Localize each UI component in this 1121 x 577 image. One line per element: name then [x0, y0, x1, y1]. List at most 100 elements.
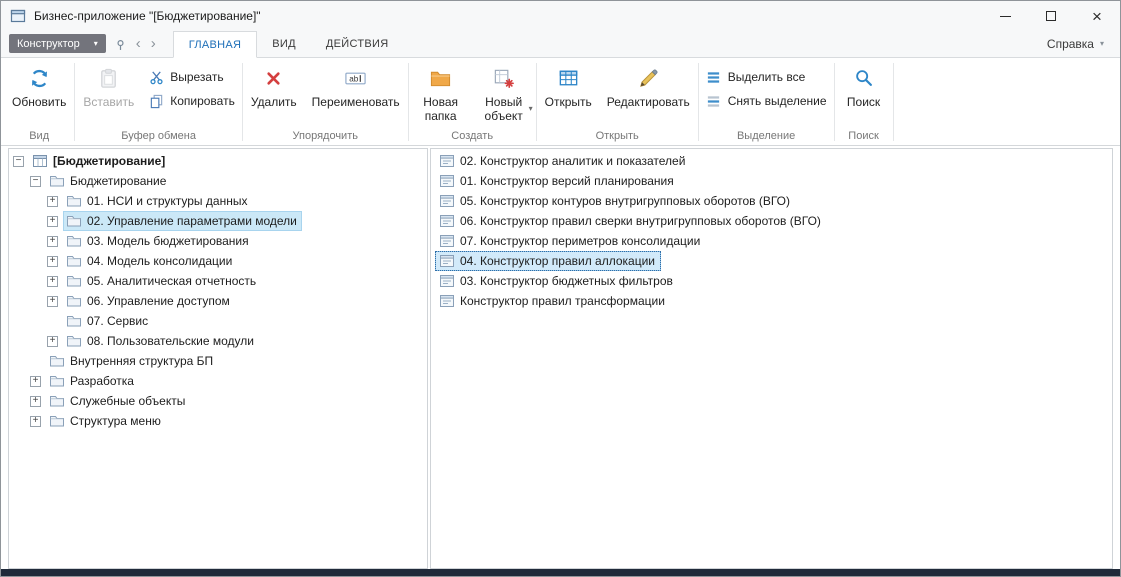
expand-icon[interactable]: +	[47, 296, 58, 307]
form-icon	[439, 253, 455, 269]
rename-button[interactable]: ab Переименовать	[306, 60, 406, 111]
tree-item-body: 04. Модель консолидации	[63, 251, 237, 271]
deselect-button[interactable]: Снять выделение	[701, 91, 832, 111]
expand-icon[interactable]: +	[30, 376, 41, 387]
paste-button[interactable]: Вставить	[77, 60, 140, 111]
ribbon: Обновить Вид Вставить	[1, 58, 1120, 146]
search-icon	[853, 64, 875, 92]
open-label: Открыть	[545, 95, 592, 109]
pin-button[interactable]	[114, 39, 127, 57]
window-controls: ×	[982, 1, 1120, 31]
app-icon	[10, 8, 26, 24]
tree-item-label: Структура меню	[70, 414, 161, 428]
refresh-label: Обновить	[12, 95, 66, 109]
list-item[interactable]: 06. Конструктор правил сверки внутригруп…	[431, 211, 1112, 231]
bottom-bar	[1, 569, 1120, 576]
open-button[interactable]: Открыть	[539, 60, 598, 111]
cut-button[interactable]: Вырезать	[143, 67, 228, 87]
tree-item-label: Бюджетирование	[70, 174, 166, 188]
minimize-button[interactable]	[982, 1, 1028, 31]
search-button[interactable]: Поиск	[837, 60, 891, 111]
tree-item[interactable]: 07. Сервис	[9, 311, 427, 331]
copy-button[interactable]: Копировать	[143, 91, 240, 111]
tree-item[interactable]: +06. Управление доступом	[9, 291, 427, 311]
folder-icon	[66, 253, 82, 269]
tree-item[interactable]: − [Бюджетирование]	[9, 151, 427, 171]
folder-icon	[49, 373, 65, 389]
edit-icon	[637, 64, 660, 92]
search-label: Поиск	[847, 95, 880, 109]
list-item[interactable]: 05. Конструктор контуров внутригрупповых…	[431, 191, 1112, 211]
tree-item-label: 01. НСИ и структуры данных	[87, 194, 247, 208]
tree-item[interactable]: +08. Пользовательские модули	[9, 331, 427, 351]
list-item[interactable]: 03. Конструктор бюджетных фильтров	[431, 271, 1112, 291]
ribbon-group-create: Новая папка Новый объект ▾ Создать	[409, 58, 536, 145]
chevron-down-icon: ▾	[94, 40, 98, 48]
tree-item[interactable]: +04. Модель консолидации	[9, 251, 427, 271]
maximize-button[interactable]	[1028, 1, 1074, 31]
group-label-create: Создать	[411, 130, 534, 145]
list-item[interactable]: 04. Конструктор правил аллокации	[431, 251, 1112, 271]
tree-item[interactable]: +03. Модель бюджетирования	[9, 231, 427, 251]
chevron-down-icon: ▾	[529, 104, 533, 113]
collapse-icon[interactable]: −	[30, 176, 41, 187]
app-menu-label: Конструктор	[17, 38, 80, 50]
tree-item[interactable]: +05. Аналитическая отчетность	[9, 271, 427, 291]
minimize-icon	[1000, 16, 1011, 17]
expand-icon[interactable]: +	[47, 276, 58, 287]
tree-item[interactable]: − Бюджетирование	[9, 171, 427, 191]
tree-item-body: 03. Модель бюджетирования	[63, 231, 254, 251]
help-button[interactable]: Справка ▾	[1047, 37, 1112, 57]
expand-icon[interactable]: +	[47, 236, 58, 247]
list-item-body: Конструктор правил трансформации	[435, 291, 671, 311]
list-item[interactable]: Конструктор правил трансформации	[431, 291, 1112, 311]
expand-icon[interactable]: +	[47, 256, 58, 267]
back-button[interactable]: ‹	[131, 36, 146, 57]
folder-icon	[66, 273, 82, 289]
list-item[interactable]: 07. Конструктор периметров консолидации	[431, 231, 1112, 251]
list-item[interactable]: 01. Конструктор версий планирования	[431, 171, 1112, 191]
tree-item[interactable]: +Разработка	[9, 371, 427, 391]
forward-button[interactable]: ›	[146, 36, 161, 57]
close-button[interactable]: ×	[1074, 1, 1120, 31]
expand-icon[interactable]: +	[47, 216, 58, 227]
new-object-button[interactable]: Новый объект ▾	[474, 60, 534, 126]
tree-item-label: 06. Управление доступом	[87, 294, 230, 308]
tree-item-label: Внутренняя структура БП	[70, 354, 213, 368]
expand-icon[interactable]: +	[47, 196, 58, 207]
expand-icon[interactable]: +	[47, 336, 58, 347]
app-menu-button[interactable]: Конструктор ▾	[9, 34, 106, 53]
tab-view[interactable]: ВИД	[257, 31, 311, 57]
edit-label: Редактировать	[607, 95, 690, 109]
tree-item[interactable]: +02. Управление параметрами модели	[9, 211, 427, 231]
expander-spacer	[47, 316, 58, 327]
ribbon-group-clipboard: Вставить Вырезать Копировать	[75, 58, 242, 145]
tree-item[interactable]: + Структура меню	[9, 411, 427, 431]
tree-item[interactable]: Внутренняя структура БП	[9, 351, 427, 371]
new-folder-icon	[429, 64, 452, 92]
group-label-clipboard: Буфер обмена	[77, 130, 240, 145]
select-all-button[interactable]: Выделить все	[701, 67, 811, 87]
tab-actions[interactable]: ДЕЙСТВИЯ	[311, 31, 404, 57]
new-folder-button[interactable]: Новая папка	[411, 60, 471, 126]
delete-button[interactable]: Удалить	[245, 60, 303, 111]
folder-icon	[66, 293, 82, 309]
expand-icon[interactable]: +	[30, 396, 41, 407]
ribbon-group-open: Открыть Редактировать Открыть	[537, 58, 698, 145]
list-item[interactable]: 02. Конструктор аналитик и показателей	[431, 151, 1112, 171]
tab-home[interactable]: ГЛАВНАЯ	[173, 31, 258, 58]
collapse-icon[interactable]: −	[13, 156, 24, 167]
close-icon: ×	[1092, 8, 1102, 25]
form-icon	[439, 153, 455, 169]
expand-icon[interactable]: +	[30, 416, 41, 427]
list-item-body: 06. Конструктор правил сверки внутригруп…	[435, 211, 827, 231]
tree-item[interactable]: +01. НСИ и структуры данных	[9, 191, 427, 211]
tree-item-label: [Бюджетирование]	[53, 154, 165, 168]
edit-button[interactable]: Редактировать	[601, 60, 696, 111]
list-item-label: 01. Конструктор версий планирования	[460, 174, 674, 188]
refresh-button[interactable]: Обновить	[6, 60, 72, 111]
list-item-label: 04. Конструктор правил аллокации	[460, 254, 655, 268]
tree-item[interactable]: +Служебные объекты	[9, 391, 427, 411]
new-object-label: Новый объект	[480, 95, 528, 124]
list-item-label: 07. Конструктор периметров консолидации	[460, 234, 700, 248]
